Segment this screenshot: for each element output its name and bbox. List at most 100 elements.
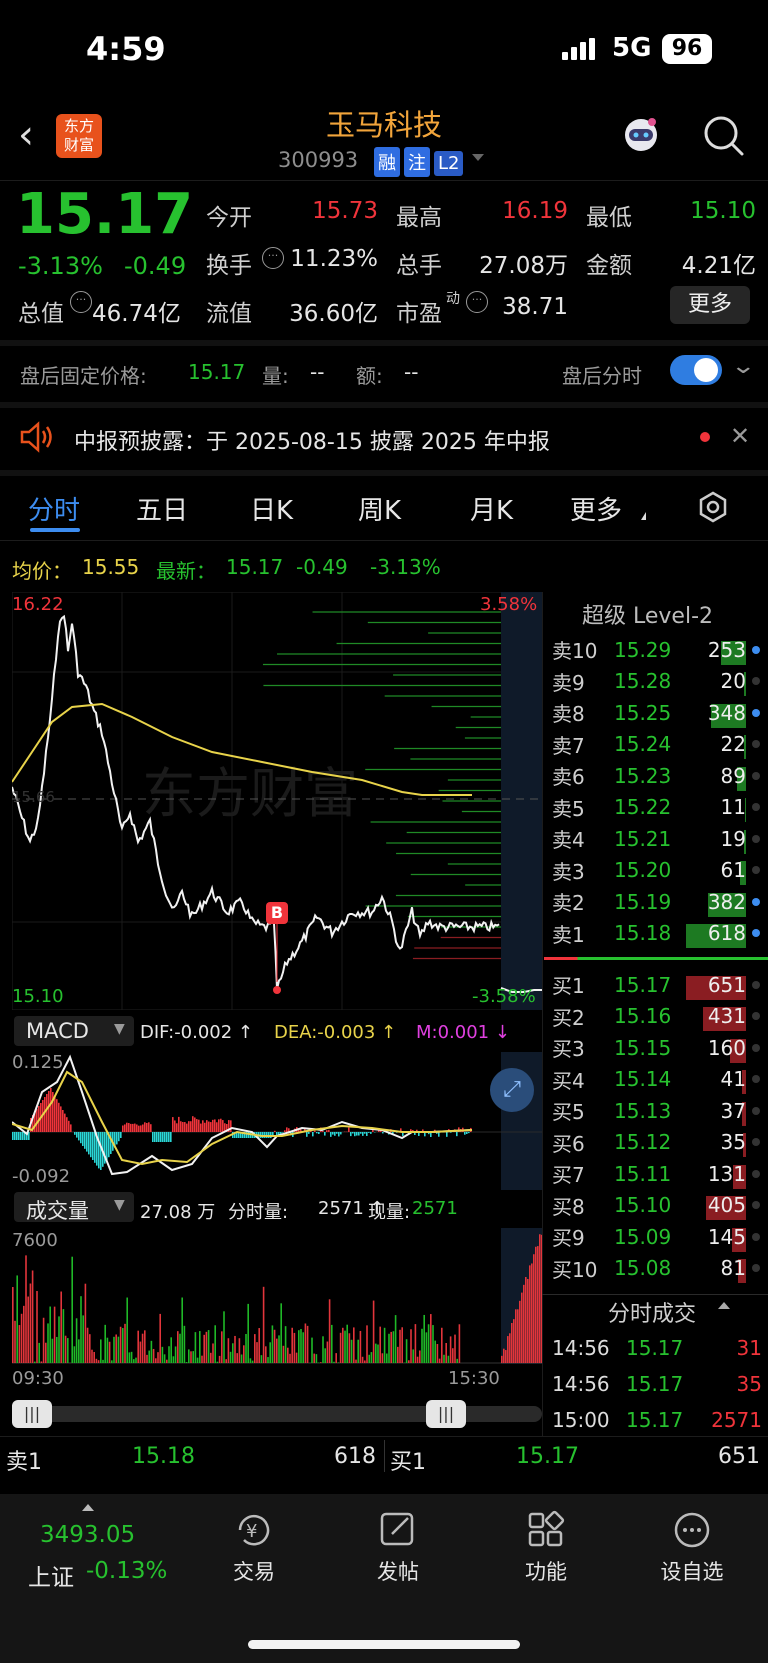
after-hours-toggle[interactable] (670, 355, 722, 385)
ask-row[interactable]: 卖10 15.29 253 (552, 634, 768, 666)
index-value[interactable]: 3493.05 (40, 1522, 135, 1548)
info-icon[interactable]: ··· (262, 247, 284, 269)
bid-row[interactable]: 买2 15.16 431 (552, 1001, 768, 1033)
order-dot (752, 1106, 760, 1115)
volume-chart[interactable]: 7600 (12, 1228, 543, 1364)
chevron-down-icon[interactable]: ⌄ (730, 354, 756, 379)
bid-row[interactable]: 买4 15.14 41 (552, 1064, 768, 1096)
volume-selector[interactable]: 成交量 ▼ (14, 1192, 134, 1223)
ask-row[interactable]: 卖2 15.19 382 (552, 886, 768, 918)
intraday-chart[interactable]: 东方财富 16.22 3.58% 15.10 -3.58% 15.66 B (11, 591, 543, 1011)
bid-list: 买1 15.17 651 买2 15.16 431 买3 15.15 160 买4 15.14 41 买… (552, 969, 768, 1285)
tab-five-day[interactable]: 五日 (136, 490, 188, 527)
level-label: 卖1 (552, 922, 585, 947)
bid-row[interactable]: 买9 15.09 145 (552, 1221, 768, 1253)
level-label: 买4 (552, 1068, 585, 1093)
level-qty: 651 (684, 973, 746, 1000)
more-button[interactable]: 更多 (670, 286, 750, 324)
notice-text[interactable]: 中报预披露：于 2025-08-15 披露 2025 年中报 (74, 424, 550, 456)
ask-row[interactable]: 卖8 15.25 348 (552, 697, 768, 729)
dropdown-icon[interactable] (472, 154, 484, 161)
order-dot (752, 1169, 760, 1178)
ask-row[interactable]: 卖5 15.22 11 (552, 792, 768, 824)
after-hours-toggle-label: 盘后分时 (562, 364, 642, 388)
trade-row: 14:56 15.17 31 (552, 1330, 762, 1366)
nav-add-watchlist[interactable]: 设自选 (654, 1510, 730, 1590)
chart-bottom-price: 15.10 (12, 986, 64, 1007)
tab-intraday[interactable]: 分时 (28, 490, 80, 527)
high-value: 16.19 (502, 198, 568, 224)
level-label: 卖7 (552, 733, 585, 758)
after-hours-amt-label: 额: (356, 364, 383, 388)
level-price: 15.18 (614, 921, 672, 946)
settings-icon[interactable] (696, 490, 730, 528)
float-cap-value: 36.60亿 (289, 301, 378, 327)
volume-chart-svg (12, 1228, 543, 1364)
ask-row[interactable]: 卖7 15.24 22 (552, 729, 768, 761)
info-icon[interactable]: ··· (466, 291, 488, 313)
bid-row[interactable]: 买1 15.17 651 (552, 969, 768, 1001)
bid-row[interactable]: 买6 15.12 35 (552, 1127, 768, 1159)
index-pct[interactable]: -0.13% (86, 1558, 167, 1584)
ask-row[interactable]: 卖4 15.21 19 (552, 823, 768, 855)
level-qty: 431 (684, 1004, 746, 1032)
macd-chart-svg (11, 1052, 542, 1190)
level-price: 15.15 (614, 1035, 672, 1060)
network-label: 5G (612, 33, 652, 63)
order-dot (752, 866, 760, 875)
tab-daily-k[interactable]: 日K (250, 490, 293, 527)
nav-trade[interactable]: ¥ 交易 (226, 1510, 282, 1590)
nav-functions[interactable]: 功能 (518, 1510, 574, 1590)
level-price: 15.21 (614, 826, 672, 851)
macd-chart[interactable]: 0.125 -0.092 ⤢ (11, 1052, 542, 1190)
tab-monthly-k[interactable]: 月K (470, 490, 513, 527)
ask-row[interactable]: 卖1 15.18 618 (552, 918, 768, 950)
caret-up-icon[interactable] (718, 1302, 730, 1309)
volume-label: 总手 (396, 253, 442, 279)
bid-row[interactable]: 买3 15.15 160 (552, 1032, 768, 1064)
search-icon[interactable] (702, 114, 746, 162)
expand-icon[interactable]: ⤢ (490, 1068, 534, 1112)
ask-bid-divider (544, 957, 768, 960)
bottom-bid-label: 买1 (390, 1450, 426, 1475)
level-price: 15.25 (614, 700, 672, 725)
level-qty: 22 (684, 732, 746, 760)
trades-title[interactable]: 分时成交 (608, 1296, 696, 1328)
robot-assistant-icon[interactable] (618, 113, 664, 157)
bid-row[interactable]: 买7 15.11 131 (552, 1158, 768, 1190)
nav-trade-label: 交易 (233, 1560, 275, 1584)
ask-row[interactable]: 卖6 15.23 89 (552, 760, 768, 792)
nav-post[interactable]: 发帖 (370, 1510, 426, 1590)
ask-row[interactable]: 卖3 15.20 61 (552, 855, 768, 887)
change-amount: -0.49 (124, 252, 187, 280)
info-icon[interactable]: ··· (70, 291, 92, 313)
level-price: 15.16 (614, 1004, 672, 1029)
total-cap-label: 总值 (18, 301, 64, 327)
buy-marker[interactable]: B (266, 902, 288, 924)
volume-top: 7600 (12, 1230, 58, 1251)
watermark: 东方财富 (142, 762, 358, 825)
turnover-value: 11.23% (290, 246, 378, 272)
bid-row[interactable]: 买5 15.13 37 (552, 1095, 768, 1127)
ask-row[interactable]: 卖9 15.28 20 (552, 666, 768, 698)
pe-label: 市盈 (396, 301, 442, 327)
range-handle-left[interactable]: ||| (12, 1400, 52, 1428)
index-name[interactable]: 上证 (28, 1558, 74, 1592)
tab-weekly-k[interactable]: 周K (358, 490, 401, 527)
trade-time: 14:56 (552, 1336, 610, 1360)
close-icon[interactable]: ✕ (730, 422, 750, 450)
trade-vol: 31 (736, 1336, 762, 1360)
bid-row[interactable]: 买10 15.08 81 (552, 1253, 768, 1285)
latest-change: -0.49 (296, 555, 348, 579)
macd-selector[interactable]: MACD ▼ (14, 1016, 134, 1046)
bid-row[interactable]: 买8 15.10 405 (552, 1190, 768, 1222)
caret-up-icon[interactable] (82, 1504, 94, 1511)
high-label: 最高 (396, 205, 442, 231)
trade-price: 15.17 (626, 1336, 684, 1360)
tab-more[interactable]: 更多 (570, 490, 622, 527)
avg-value: 15.55 (82, 555, 140, 579)
chart-top-pct: 3.58% (480, 594, 538, 615)
open-value: 15.73 (312, 198, 378, 224)
range-handle-right[interactable]: ||| (426, 1400, 466, 1428)
bottom-bid-price: 15.17 (516, 1444, 579, 1469)
